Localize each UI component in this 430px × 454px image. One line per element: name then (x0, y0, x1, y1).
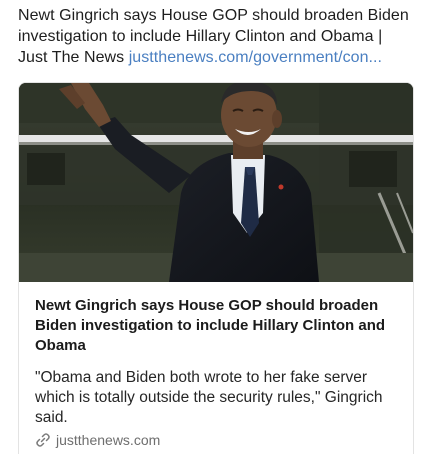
link-preview-image[interactable] (19, 83, 413, 282)
preview-photo (19, 83, 413, 282)
link-preview-card[interactable]: Newt Gingrich says House GOP should broa… (18, 82, 414, 454)
link-preview-domain-text: justthenews.com (56, 432, 161, 448)
post-text: Newt Gingrich says House GOP should broa… (18, 5, 414, 68)
link-icon (35, 432, 51, 448)
link-preview-title[interactable]: Newt Gingrich says House GOP should broa… (35, 296, 401, 356)
link-preview-domain[interactable]: justthenews.com (35, 432, 160, 448)
link-preview-description: "Obama and Biden both wrote to her fake … (35, 369, 383, 426)
post-link[interactable]: justthenews.com/government/con... (129, 49, 382, 66)
